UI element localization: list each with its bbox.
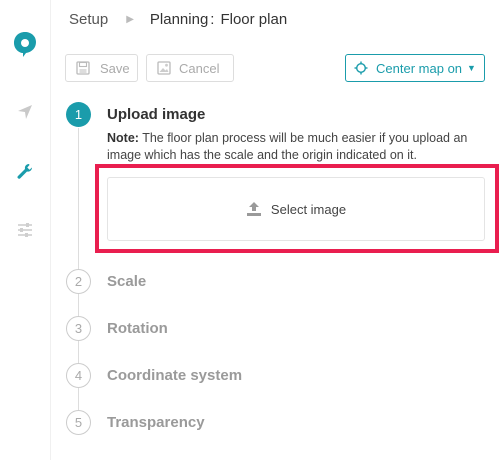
step-1-title[interactable]: Upload image <box>107 106 205 123</box>
page-title: Floor plan <box>220 10 288 28</box>
step-2-number[interactable]: 2 <box>66 269 91 294</box>
cancel-label: Cancel <box>179 60 220 76</box>
logo-icon[interactable] <box>0 30 50 58</box>
image-cancel-icon <box>157 61 171 75</box>
sidebar <box>0 0 50 460</box>
caret-down-icon: ▼ <box>467 63 476 73</box>
select-image-label: Select image <box>270 201 347 217</box>
save-icon <box>76 61 90 75</box>
step-3-number[interactable]: 3 <box>66 316 91 341</box>
save-button[interactable]: Save <box>65 54 138 82</box>
step-1-number[interactable]: 1 <box>66 102 91 127</box>
cancel-button[interactable]: Cancel <box>146 54 234 82</box>
save-label: Save <box>100 60 130 76</box>
breadcrumb-root[interactable]: Setup <box>69 11 108 28</box>
center-map-label: Center map on <box>376 60 463 76</box>
center-map-button[interactable]: Center map on ▼ <box>345 54 485 82</box>
note-label: Note: <box>107 131 139 145</box>
note-text: The floor plan process will be much easi… <box>107 131 468 162</box>
main-content: Setup ▶ Planning : Floor plan Save Cance… <box>50 0 502 460</box>
sliders-icon[interactable] <box>0 221 50 239</box>
step-connector <box>78 388 79 410</box>
step-5-number[interactable]: 5 <box>66 410 91 435</box>
wrench-icon[interactable] <box>0 162 50 182</box>
step-connector <box>78 294 79 316</box>
step-4-number[interactable]: 4 <box>66 363 91 388</box>
breadcrumb-separator: : <box>210 10 215 28</box>
select-image-button[interactable]: Select image <box>107 177 485 241</box>
navigation-icon[interactable] <box>0 103 50 121</box>
breadcrumb-section: Planning <box>149 10 209 28</box>
step-5-title[interactable]: Transparency <box>107 414 205 431</box>
upload-note: Note: The floor plan process will be muc… <box>107 130 497 164</box>
crosshair-icon <box>354 61 368 75</box>
step-connector <box>78 341 79 363</box>
chevron-right-icon: ▶ <box>126 13 134 25</box>
step-4-title[interactable]: Coordinate system <box>107 367 242 384</box>
breadcrumb: Setup ▶ Planning : Floor plan <box>69 10 287 28</box>
step-3-title[interactable]: Rotation <box>107 320 168 337</box>
upload-icon <box>246 202 261 216</box>
step-connector <box>78 128 79 270</box>
step-2-title[interactable]: Scale <box>107 273 146 290</box>
